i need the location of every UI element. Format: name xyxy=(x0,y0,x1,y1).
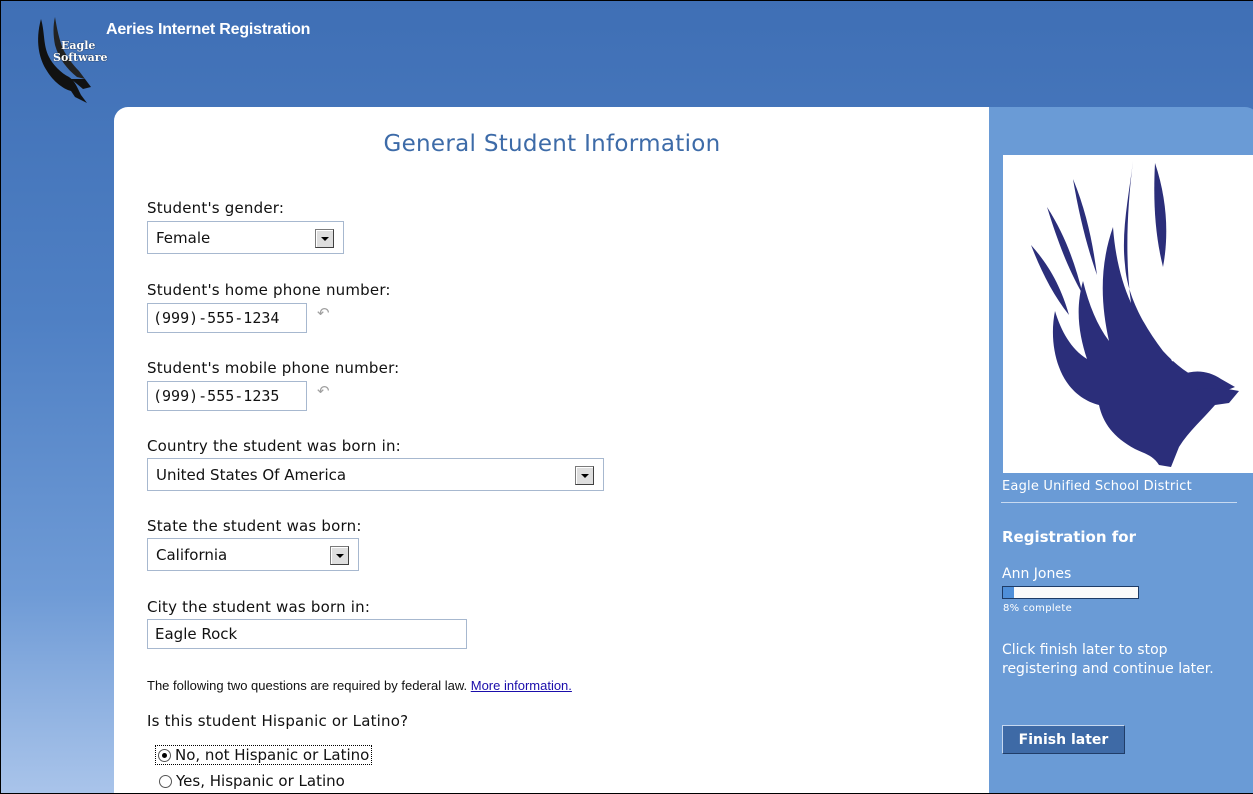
dropdown-arrow-icon[interactable] xyxy=(575,466,594,485)
dropdown-arrow-icon[interactable] xyxy=(330,546,349,565)
dropdown-arrow-icon[interactable] xyxy=(315,229,334,248)
radio-button[interactable] xyxy=(159,774,172,788)
student-name: Ann Jones xyxy=(1002,566,1072,582)
state-select[interactable]: California xyxy=(147,538,359,571)
eagle-mascot-image xyxy=(1003,155,1253,473)
undo-icon[interactable]: ↶ xyxy=(317,305,335,321)
gender-value: Female xyxy=(156,228,211,247)
radio-button[interactable] xyxy=(158,748,171,762)
eagle-mascot-icon xyxy=(1031,161,1239,467)
radio-not-hispanic[interactable]: No, not Hispanic or Latino xyxy=(154,745,373,765)
radio-hispanic[interactable]: Yes, Hispanic or Latino xyxy=(159,772,345,790)
country-select[interactable]: United States Of America xyxy=(147,458,604,491)
radio-label: Yes, Hispanic or Latino xyxy=(176,772,345,790)
district-name: Eagle Unified School District xyxy=(1002,479,1192,494)
progress-text: 8% complete xyxy=(1003,603,1073,614)
country-label: Country the student was born in: xyxy=(147,437,401,455)
registration-for-heading: Registration for xyxy=(1002,528,1136,546)
radio-focus[interactable]: No, not Hispanic or Latino xyxy=(154,745,373,765)
hispanic-question: Is this student Hispanic or Latino? xyxy=(147,712,409,730)
home-phone-input[interactable]: (999)-555-1234 xyxy=(147,303,307,333)
finish-later-hint: Click finish later to stop registering a… xyxy=(1002,642,1214,677)
home-phone-label: Student's home phone number: xyxy=(147,281,391,299)
progress-fill xyxy=(1003,587,1014,598)
city-input[interactable]: Eagle Rock xyxy=(147,619,467,649)
federal-notice-text: The following two questions are required… xyxy=(147,678,468,693)
state-label: State the student was born: xyxy=(147,517,362,535)
main-content: General Student Information Student's ge… xyxy=(114,107,990,793)
radio-label: No, not Hispanic or Latino xyxy=(175,746,370,764)
state-value: California xyxy=(156,545,228,564)
app-title: Aeries Internet Registration xyxy=(106,21,311,38)
gender-select[interactable]: Female xyxy=(147,221,344,254)
city-label: City the student was born in: xyxy=(147,598,371,616)
sidebar: Eagle Unified School District Registrati… xyxy=(989,107,1253,793)
gender-label: Student's gender: xyxy=(147,199,285,217)
eagle-software-logo: Eagle Software xyxy=(31,15,111,107)
undo-icon[interactable]: ↶ xyxy=(317,383,335,399)
progress-bar xyxy=(1002,586,1139,599)
page-title: General Student Information xyxy=(383,131,721,157)
more-information-link[interactable]: More information. xyxy=(471,678,572,693)
app-frame: Eagle Software Aeries Internet Registrat… xyxy=(0,0,1253,794)
federal-notice: The following two questions are required… xyxy=(147,678,572,693)
mobile-phone-input[interactable]: (999)-555-1235 xyxy=(147,381,307,411)
logo-text: Eagle Software xyxy=(53,39,108,64)
divider xyxy=(1001,502,1237,503)
finish-later-button[interactable]: Finish later xyxy=(1002,725,1125,754)
country-value: United States Of America xyxy=(156,465,347,484)
mobile-phone-label: Student's mobile phone number: xyxy=(147,359,400,377)
